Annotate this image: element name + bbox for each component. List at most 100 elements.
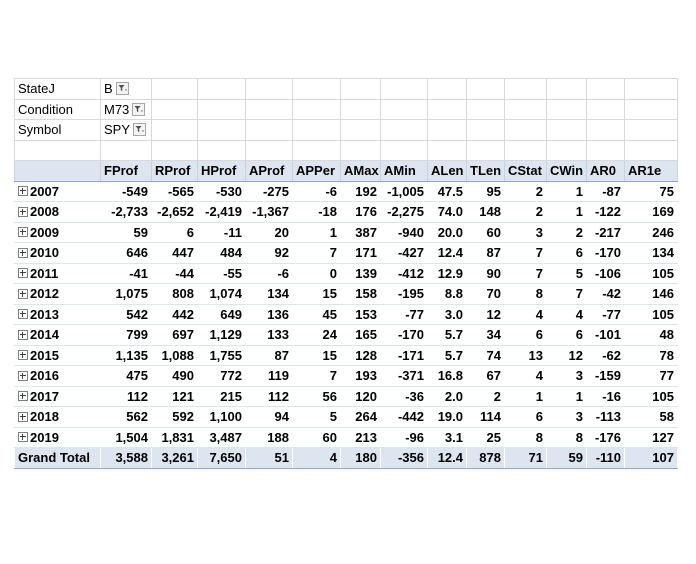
value-cell[interactable]: 25 [466,426,505,448]
value-cell[interactable]: -2,419 [197,201,246,223]
value-cell[interactable]: 6 [504,406,547,428]
value-cell[interactable]: 70 [466,283,505,305]
value-cell[interactable]: 119 [245,365,293,387]
grand-total-value-cell[interactable]: 7,650 [197,447,246,469]
grand-total-label-cell[interactable]: Grand Total [14,447,101,469]
value-cell[interactable]: 112 [100,385,152,407]
value-cell[interactable]: 45 [292,303,341,325]
value-cell[interactable]: 20 [245,221,293,243]
value-cell[interactable]: -170 [380,324,428,346]
value-cell[interactable]: -41 [100,262,152,284]
value-cell[interactable]: 105 [624,262,678,284]
value-cell[interactable]: 19.0 [427,406,467,428]
value-cell[interactable]: -44 [151,262,198,284]
value-cell[interactable]: 3 [546,406,587,428]
value-cell[interactable]: 1,831 [151,426,198,448]
value-cell[interactable]: 6 [504,324,547,346]
value-cell[interactable]: 192 [340,180,381,202]
value-cell[interactable]: 171 [340,242,381,264]
row-label-cell[interactable]: 2016 [14,365,101,387]
value-cell[interactable]: 60 [292,426,341,448]
grand-total-value-cell[interactable]: 71 [504,447,547,469]
row-label-cell[interactable]: 2015 [14,344,101,366]
value-cell[interactable]: -530 [197,180,246,202]
expand-plus-icon[interactable] [18,288,28,299]
value-cell[interactable]: -77 [380,303,428,325]
row-label-cell[interactable]: 2007 [14,180,101,202]
expand-plus-icon[interactable] [18,329,28,340]
value-cell[interactable]: -36 [380,385,428,407]
value-cell[interactable]: 4 [546,303,587,325]
value-cell[interactable]: 1 [504,385,547,407]
grand-total-value-cell[interactable]: 51 [245,447,293,469]
value-cell[interactable]: 48 [624,324,678,346]
row-label-cell[interactable]: 2009 [14,221,101,243]
value-cell[interactable]: -113 [586,406,625,428]
expand-plus-icon[interactable] [18,268,28,279]
expand-plus-icon[interactable] [18,186,28,197]
value-cell[interactable]: 8 [504,426,547,448]
value-cell[interactable]: 146 [624,283,678,305]
value-cell[interactable]: -171 [380,344,428,366]
value-cell[interactable]: 134 [624,242,678,264]
grand-total-value-cell[interactable]: 878 [466,447,505,469]
value-cell[interactable]: -371 [380,365,428,387]
value-cell[interactable]: 75 [624,180,678,202]
value-cell[interactable]: -55 [197,262,246,284]
value-cell[interactable]: 3.1 [427,426,467,448]
filter-icon[interactable] [132,102,146,116]
row-label-cell[interactable]: 2014 [14,324,101,346]
value-cell[interactable]: 77 [624,365,678,387]
grand-total-value-cell[interactable]: 180 [340,447,381,469]
value-cell[interactable]: 188 [245,426,293,448]
column-header-cwin[interactable]: CWin [546,160,587,182]
value-cell[interactable]: 148 [466,201,505,223]
value-cell[interactable]: -11 [197,221,246,243]
grand-total-value-cell[interactable]: 107 [624,447,678,469]
value-cell[interactable]: 5 [546,262,587,284]
value-cell[interactable]: 808 [151,283,198,305]
value-cell[interactable]: 8 [504,283,547,305]
value-cell[interactable]: 1,755 [197,344,246,366]
value-cell[interactable]: 447 [151,242,198,264]
value-cell[interactable]: 176 [340,201,381,223]
column-header-tlen[interactable]: TLen [466,160,505,182]
value-cell[interactable]: -2,652 [151,201,198,223]
row-label-cell[interactable]: 2019 [14,426,101,448]
value-cell[interactable]: 1 [292,221,341,243]
value-cell[interactable]: 1,088 [151,344,198,366]
value-cell[interactable]: 213 [340,426,381,448]
value-cell[interactable]: 1,504 [100,426,152,448]
value-cell[interactable]: -87 [586,180,625,202]
value-cell[interactable]: -549 [100,180,152,202]
value-cell[interactable]: 215 [197,385,246,407]
value-cell[interactable]: 1,075 [100,283,152,305]
value-cell[interactable]: 592 [151,406,198,428]
value-cell[interactable]: 7 [504,242,547,264]
value-cell[interactable]: 15 [292,283,341,305]
value-cell[interactable]: -122 [586,201,625,223]
value-cell[interactable]: -940 [380,221,428,243]
value-cell[interactable]: 78 [624,344,678,366]
value-cell[interactable]: 15 [292,344,341,366]
value-cell[interactable]: 5.7 [427,344,467,366]
column-header-amax[interactable]: AMax [340,160,381,182]
value-cell[interactable]: 58 [624,406,678,428]
value-cell[interactable]: 8 [546,426,587,448]
row-label-cell[interactable]: 2011 [14,262,101,284]
value-cell[interactable]: 697 [151,324,198,346]
grand-total-value-cell[interactable]: 12.4 [427,447,467,469]
value-cell[interactable]: 7 [292,242,341,264]
grand-total-value-cell[interactable]: 3,588 [100,447,152,469]
expand-plus-icon[interactable] [18,391,28,402]
value-cell[interactable]: 133 [245,324,293,346]
value-cell[interactable]: 0 [292,262,341,284]
value-cell[interactable]: 7 [546,283,587,305]
value-cell[interactable]: 56 [292,385,341,407]
row-label-cell[interactable]: 2013 [14,303,101,325]
grand-total-value-cell[interactable]: 59 [546,447,587,469]
value-cell[interactable]: 1,100 [197,406,246,428]
column-header-ar0[interactable]: AR0 [586,160,625,182]
value-cell[interactable]: 59 [100,221,152,243]
value-cell[interactable]: 24 [292,324,341,346]
